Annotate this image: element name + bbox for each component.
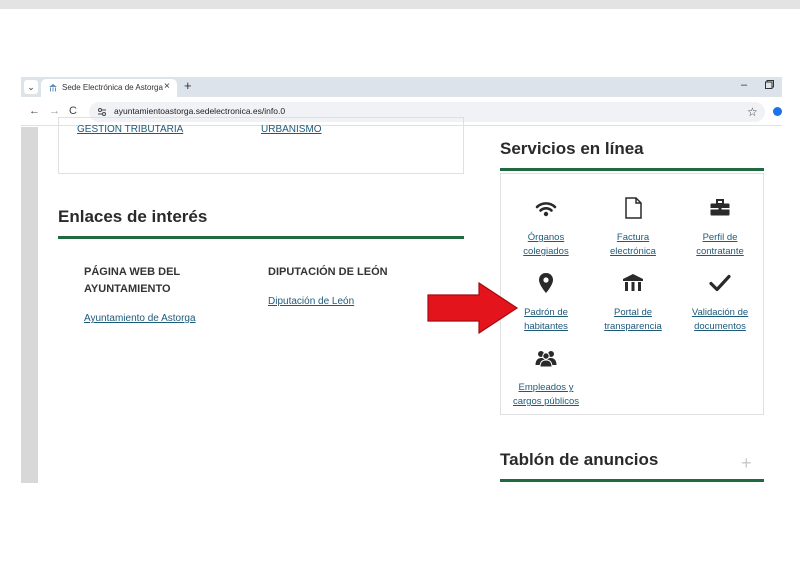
- service-label: Validación de documentos: [675, 306, 765, 334]
- label-line: electrónica: [610, 246, 656, 257]
- label-line: Portal de: [613, 307, 653, 318]
- forward-arrow-icon[interactable]: →: [49, 105, 60, 117]
- label-line: Empleados y: [518, 382, 574, 393]
- active-tab[interactable]: Sede Electrónica de Astorga ×: [41, 79, 177, 97]
- label-line: Validación de: [691, 307, 749, 318]
- service-perfil-contratante[interactable]: Perfil de contratante: [675, 196, 765, 259]
- url-text: ayuntamientoastorga.sedelectronica.es/in…: [114, 106, 286, 116]
- label-line: transparencia: [604, 321, 662, 332]
- site-settings-icon[interactable]: [97, 107, 107, 117]
- label-line: cargos públicos: [512, 396, 579, 407]
- tab-close-icon[interactable]: ×: [164, 81, 170, 92]
- restore-window-icon[interactable]: [765, 80, 774, 89]
- profile-avatar[interactable]: [773, 107, 782, 116]
- service-factura-electronica[interactable]: Factura electrónica: [588, 196, 678, 259]
- label-line: Padrón de: [524, 307, 568, 318]
- label-line: habitantes: [524, 321, 568, 332]
- label-line: documentos: [694, 321, 746, 332]
- browser-window: ⌄ Sede Electrónica de Astorga × + – ← → …: [21, 77, 782, 483]
- heading-line: PÁGINA WEB DEL: [84, 266, 181, 278]
- service-label: Perfil de contratante: [675, 231, 765, 259]
- label-line: Factura: [616, 232, 650, 243]
- enlaces-title: Enlaces de interés: [58, 207, 208, 226]
- servicios-title: Servicios en línea: [500, 139, 644, 158]
- heading-line: AYUNTAMIENTO: [84, 283, 171, 295]
- tab-title: Sede Electrónica de Astorga: [62, 83, 163, 92]
- wifi-signal-icon: [535, 202, 557, 217]
- service-label: Empleados y cargos públicos: [501, 381, 591, 409]
- people-icon: [535, 351, 557, 368]
- service-label: Factura electrónica: [588, 231, 678, 259]
- service-portal-transparencia[interactable]: Portal de transparencia: [588, 271, 678, 334]
- categories-box: GESTION TRIBUTARIA URBANISMO: [58, 117, 464, 174]
- minimize-button[interactable]: –: [741, 79, 747, 91]
- tablon-title: Tablón de anuncios: [500, 450, 659, 469]
- gestion-tributaria-link[interactable]: GESTION TRIBUTARIA: [77, 124, 183, 135]
- expand-plus-icon[interactable]: +: [741, 453, 752, 474]
- map-pin-icon: [539, 273, 553, 293]
- label-line: Perfil de: [702, 232, 738, 243]
- new-tab-button[interactable]: +: [184, 78, 192, 93]
- red-annotation-arrow-icon: [427, 282, 519, 334]
- left-sidebar-strip: [21, 127, 38, 483]
- institution-icon: [623, 274, 643, 291]
- tablon-divider: [500, 479, 764, 482]
- tab-search-button[interactable]: ⌄: [24, 80, 38, 94]
- back-arrow-icon[interactable]: ←: [29, 105, 40, 117]
- diputacion-leon-link[interactable]: Diputación de León: [268, 296, 354, 307]
- briefcase-icon: [710, 199, 730, 216]
- service-validacion-documentos[interactable]: Validación de documentos: [675, 271, 765, 334]
- document-icon: [625, 197, 642, 219]
- service-empleados-cargos[interactable]: Empleados y cargos públicos: [501, 346, 591, 409]
- web-ayuntamiento-heading: PÁGINA WEB DEL AYUNTAMIENTO: [84, 264, 180, 298]
- ayuntamiento-astorga-link[interactable]: Ayuntamiento de Astorga: [84, 313, 196, 324]
- service-label: Portal de transparencia: [588, 306, 678, 334]
- service-label: Órganos colegiados: [501, 231, 591, 259]
- tab-bar: ⌄ Sede Electrónica de Astorga × + –: [21, 77, 782, 97]
- label-line: colegiados: [523, 246, 569, 257]
- page-viewport: GESTION TRIBUTARIA URBANISMO Enlaces de …: [21, 117, 782, 483]
- screenshot-top-strip: [0, 0, 800, 9]
- bookmark-star-icon[interactable]: ☆: [747, 105, 758, 119]
- servicios-divider: [500, 168, 764, 171]
- diputacion-heading: DIPUTACIÓN DE LEÓN: [268, 266, 388, 278]
- services-grid: Órganos colegiados Factura electrónica Per…: [500, 173, 764, 415]
- building-favicon-icon: [49, 84, 57, 92]
- label-line: contratante: [696, 246, 744, 257]
- label-line: Órganos: [527, 232, 565, 243]
- enlaces-divider: [58, 236, 464, 239]
- urbanismo-link[interactable]: URBANISMO: [261, 124, 322, 135]
- service-organos-colegiados[interactable]: Órganos colegiados: [501, 196, 591, 259]
- reload-icon[interactable]: C: [69, 105, 77, 117]
- checkmark-icon: [709, 274, 731, 292]
